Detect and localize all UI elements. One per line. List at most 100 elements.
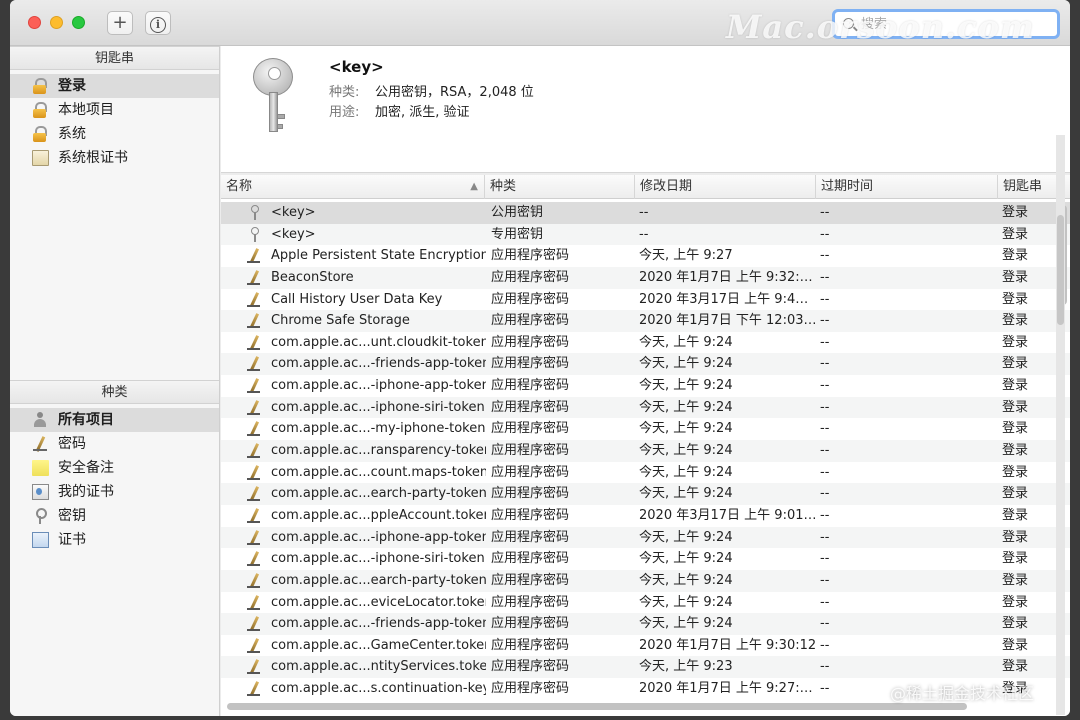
cell-name: Chrome Safe Storage (271, 313, 410, 329)
table-row[interactable]: com.apple.ac...-iphone-siri-token 应用程序密码 今… (221, 548, 1070, 570)
sidebar-item-all-items[interactable]: 所有项目 (10, 408, 219, 432)
table-row[interactable]: com.apple.ac...ntityServices.token 应用程序密码… (221, 656, 1070, 679)
add-item-button[interactable]: + (107, 11, 133, 35)
cell-kind: 应用程序密码 (491, 421, 570, 437)
sidebar-item-keys[interactable]: 密钥 (10, 504, 219, 528)
cell-name: com.apple.ac...earch-party-token (271, 572, 486, 588)
cell-modified: 2020 年1月7日 上午 9:27:… (639, 681, 813, 697)
table-row[interactable]: com.apple.ac...-iphone-siri-token 应用程序密码 今… (221, 396, 1070, 419)
table-body: <key> 公用密钥 -- -- 登录 <key> 专用密钥 -- -- 登录 Apple Pers… (221, 202, 1070, 700)
detail-pane: <key> 种类: 公用密钥，RSA，2,048 位 用途: 加密, 派生, 验证 (221, 46, 1070, 173)
info-button[interactable]: i (145, 11, 171, 35)
cell-name: com.apple.ac...s.continuation-key (271, 681, 486, 697)
column-header-name[interactable]: 名称 ▲ (221, 175, 485, 199)
cell-modified: 今天, 上午 9:24 (639, 572, 733, 588)
cell-name: com.apple.ac...-my-iphone-token (271, 421, 486, 437)
cell-kind: 应用程序密码 (491, 378, 570, 394)
category-section: 种类 所有项目 密码 安全备注 我的证书 密钥 证书 (10, 380, 219, 552)
item-kind-row: 种类: 公用密钥，RSA，2,048 位 (329, 81, 534, 100)
column-header-modified[interactable]: 修改日期 (635, 175, 816, 199)
table-row[interactable]: BeaconStore 应用程序密码 2020 年1月7日 上午 9:32:… -- 登… (221, 266, 1070, 289)
cell-modified: 今天, 上午 9:23 (639, 659, 733, 675)
zoom-button[interactable] (72, 16, 85, 29)
item-usage-row: 用途: 加密, 派生, 验证 (329, 101, 470, 120)
sidebar-item-local-items[interactable]: 本地项目 (10, 98, 219, 122)
sidebar-item-label: 所有项目 (58, 412, 114, 428)
cell-expires: -- (820, 269, 830, 285)
category-header: 种类 (10, 380, 219, 404)
cell-expires: -- (820, 313, 830, 329)
table-row[interactable]: Apple Persistent State Encryption 应用程序密码 今… (221, 245, 1070, 267)
password-pencil-icon (247, 573, 261, 589)
cell-expires: -- (820, 334, 830, 350)
keychains-list: 登录 本地项目 系统 系统根证书 (10, 70, 219, 170)
table-row[interactable]: com.apple.ac...-iphone-app-token 应用程序密码 今天… (221, 526, 1070, 549)
password-pencil-icon (247, 681, 261, 697)
cell-name: com.apple.ac...-iphone-app-token (271, 378, 486, 394)
table-row[interactable]: com.apple.ac...earch-party-token 应用程序密码 今天… (221, 483, 1070, 505)
table-row[interactable]: com.apple.ac...count.maps-token 应用程序密码 今天,… (221, 462, 1070, 484)
cell-name: com.apple.ac...-iphone-siri-token (271, 551, 485, 567)
table-row[interactable]: com.apple.ac...earch-party-token 应用程序密码 今天… (221, 569, 1070, 592)
sidebar-item-system[interactable]: 系统 (10, 122, 219, 146)
cell-expires: -- (820, 486, 830, 502)
sidebar-item-label: 密码 (58, 436, 86, 452)
column-header-kind[interactable]: 种类 (485, 175, 635, 199)
cell-kind: 应用程序密码 (491, 529, 570, 545)
table-row[interactable]: com.apple.ac...unt.cloudkit-token 应用程序密码 今… (221, 332, 1070, 354)
table-row[interactable]: com.apple.ac...ppleAccount.token 应用程序密码 20… (221, 505, 1070, 527)
table-row[interactable]: com.apple.ac...-friends-app-token 应用程序密码 今… (221, 353, 1070, 376)
certificate-cabinet-icon (32, 150, 49, 166)
table-row[interactable]: com.apple.ac...-my-iphone-token 应用程序密码 今天,… (221, 418, 1070, 440)
cell-kind: 专用密钥 (491, 226, 544, 242)
cell-name: BeaconStore (271, 269, 354, 285)
cell-keychain: 登录 (1002, 551, 1029, 567)
cell-modified: 2020 年3月17日 上午 9:4… (639, 291, 809, 307)
cell-modified: 今天, 上午 9:24 (639, 529, 733, 545)
cell-name: com.apple.ac...count.maps-token (271, 464, 486, 480)
table-row[interactable]: com.apple.ac...GameCenter.token 应用程序密码 202… (221, 635, 1070, 657)
cell-name: Apple Persistent State Encryption (271, 248, 486, 264)
cell-kind: 应用程序密码 (491, 572, 570, 588)
cell-modified: -- (639, 205, 649, 220)
cell-kind: 应用程序密码 (491, 551, 570, 567)
column-header-expires[interactable]: 过期时间 (816, 175, 998, 199)
sidebar-item-system-roots[interactable]: 系统根证书 (10, 146, 219, 170)
cell-modified: 今天, 上午 9:24 (639, 334, 733, 350)
cell-keychain: 登录 (1002, 421, 1029, 437)
table-row[interactable]: com.apple.ac...eviceLocator.token 应用程序密码 今… (221, 592, 1070, 614)
close-button[interactable] (28, 16, 41, 29)
sidebar: 钥匙串 登录 本地项目 系统 系统根证书 种类 所有项目 密码 安全备注 我的证… (10, 46, 220, 716)
cell-expires: -- (820, 616, 830, 632)
minimize-button[interactable] (50, 16, 63, 29)
cell-keychain: 登录 (1002, 334, 1029, 350)
cell-name: com.apple.ac...ransparency-token (271, 443, 486, 459)
key-icon (247, 226, 261, 243)
cell-keychain: 登录 (1002, 399, 1029, 415)
window-scroll-thumb[interactable] (1057, 215, 1064, 325)
cell-keychain: 登录 (1002, 443, 1029, 459)
table-row[interactable]: Chrome Safe Storage 应用程序密码 2020 年1月7日 下午 1… (221, 310, 1070, 332)
password-pencil-icon (247, 313, 261, 329)
cell-kind: 应用程序密码 (491, 399, 570, 415)
table-row[interactable]: <key> 专用密钥 -- -- 登录 (221, 223, 1070, 246)
password-pencil-icon (247, 530, 261, 546)
sidebar-item-certificates[interactable]: 证书 (10, 528, 219, 552)
table-row[interactable]: com.apple.ac...-iphone-app-token 应用程序密码 今天… (221, 375, 1070, 397)
sidebar-item-label: 密钥 (58, 508, 86, 524)
table-row[interactable]: com.apple.ac...-friends-app-token 应用程序密码 今… (221, 613, 1070, 635)
sidebar-item-login[interactable]: 登录 (10, 74, 219, 98)
table-row[interactable]: com.apple.ac...ransparency-token 应用程序密码 今天… (221, 440, 1070, 462)
table-horizontal-scrollbar[interactable] (227, 703, 967, 710)
cell-kind: 应用程序密码 (491, 291, 570, 307)
sidebar-item-passwords[interactable]: 密码 (10, 432, 219, 456)
table-row[interactable]: Call History User Data Key 应用程序密码 2020 年3月… (221, 289, 1070, 311)
cell-kind: 应用程序密码 (491, 464, 570, 480)
cell-expires: -- (820, 529, 830, 545)
cell-modified: 今天, 上午 9:24 (639, 594, 733, 610)
sidebar-item-secure-notes[interactable]: 安全备注 (10, 456, 219, 480)
sidebar-item-my-certificates[interactable]: 我的证书 (10, 480, 219, 504)
window-scroll-track[interactable] (1056, 135, 1065, 715)
table-row[interactable]: <key> 公用密钥 -- -- 登录 (221, 202, 1070, 224)
cell-expires: -- (820, 248, 830, 264)
